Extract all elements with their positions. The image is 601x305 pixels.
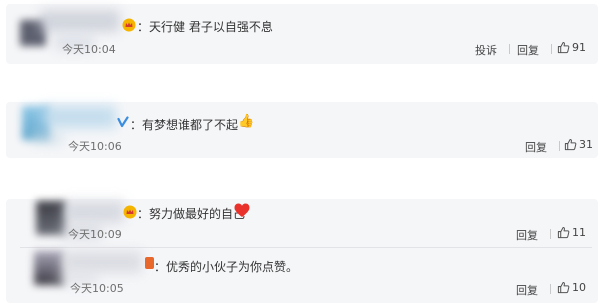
separator <box>551 44 552 54</box>
verified-v-icon <box>117 116 129 128</box>
divider <box>20 247 592 248</box>
red-heart-icon <box>234 203 250 217</box>
like-count: 91 <box>572 41 586 54</box>
comment-text: ：天行健 君子以自强不息 <box>137 20 273 34</box>
separator <box>509 44 510 54</box>
reply-button[interactable]: 回复 <box>516 227 538 243</box>
thumbs-up-icon <box>557 226 570 239</box>
username-blurred[interactable] <box>62 251 142 273</box>
separator <box>550 284 551 294</box>
comment-time: 今天10:09 <box>68 228 122 241</box>
username-blurred <box>32 132 62 144</box>
comment-card: ：有梦想谁都了不起 👍 今天10:06 回复 31 <box>6 102 598 158</box>
comment-card: ：努力做最好的自己 今天10:09 回复 11 ：优秀的小伙子为你点赞。 今天1… <box>6 199 598 303</box>
like-button[interactable]: 10 <box>557 281 586 294</box>
vip-crown-badge <box>122 18 136 32</box>
reply-button[interactable]: 回复 <box>525 139 547 155</box>
like-count: 10 <box>572 281 586 294</box>
like-count: 31 <box>579 138 593 151</box>
reply-button[interactable]: 回复 <box>516 282 538 298</box>
comment-text: ：努力做最好的自己 <box>137 207 246 221</box>
username-blurred[interactable] <box>40 10 120 32</box>
reply-button[interactable]: 回复 <box>517 42 539 58</box>
username-blurred[interactable] <box>42 106 116 128</box>
separator <box>559 141 560 151</box>
username-blurred[interactable] <box>64 201 124 223</box>
vip-crown-badge <box>123 205 137 219</box>
like-count: 11 <box>572 226 586 239</box>
like-button[interactable]: 11 <box>557 226 586 239</box>
vip-badge <box>145 257 154 269</box>
comment-time: 今天10:06 <box>68 140 122 153</box>
report-button[interactable]: 投诉 <box>475 42 497 58</box>
thumbs-up-icon <box>564 138 577 151</box>
comment-text: ：优秀的小伙子为你点赞。 <box>154 260 299 274</box>
thumbs-up-icon <box>557 281 570 294</box>
like-button[interactable]: 91 <box>557 41 586 54</box>
thumbs-up-emoji: 👍 <box>238 114 255 129</box>
comment-card: ：天行健 君子以自强不息 今天10:04 投诉 回复 91 <box>6 4 598 64</box>
comment-text: ：有梦想谁都了不起 <box>130 118 239 132</box>
separator <box>550 229 551 239</box>
comment-time: 今天10:04 <box>62 43 116 56</box>
thumbs-up-icon <box>557 41 570 54</box>
like-button[interactable]: 31 <box>564 138 593 151</box>
comment-time: 今天10:05 <box>70 282 124 295</box>
